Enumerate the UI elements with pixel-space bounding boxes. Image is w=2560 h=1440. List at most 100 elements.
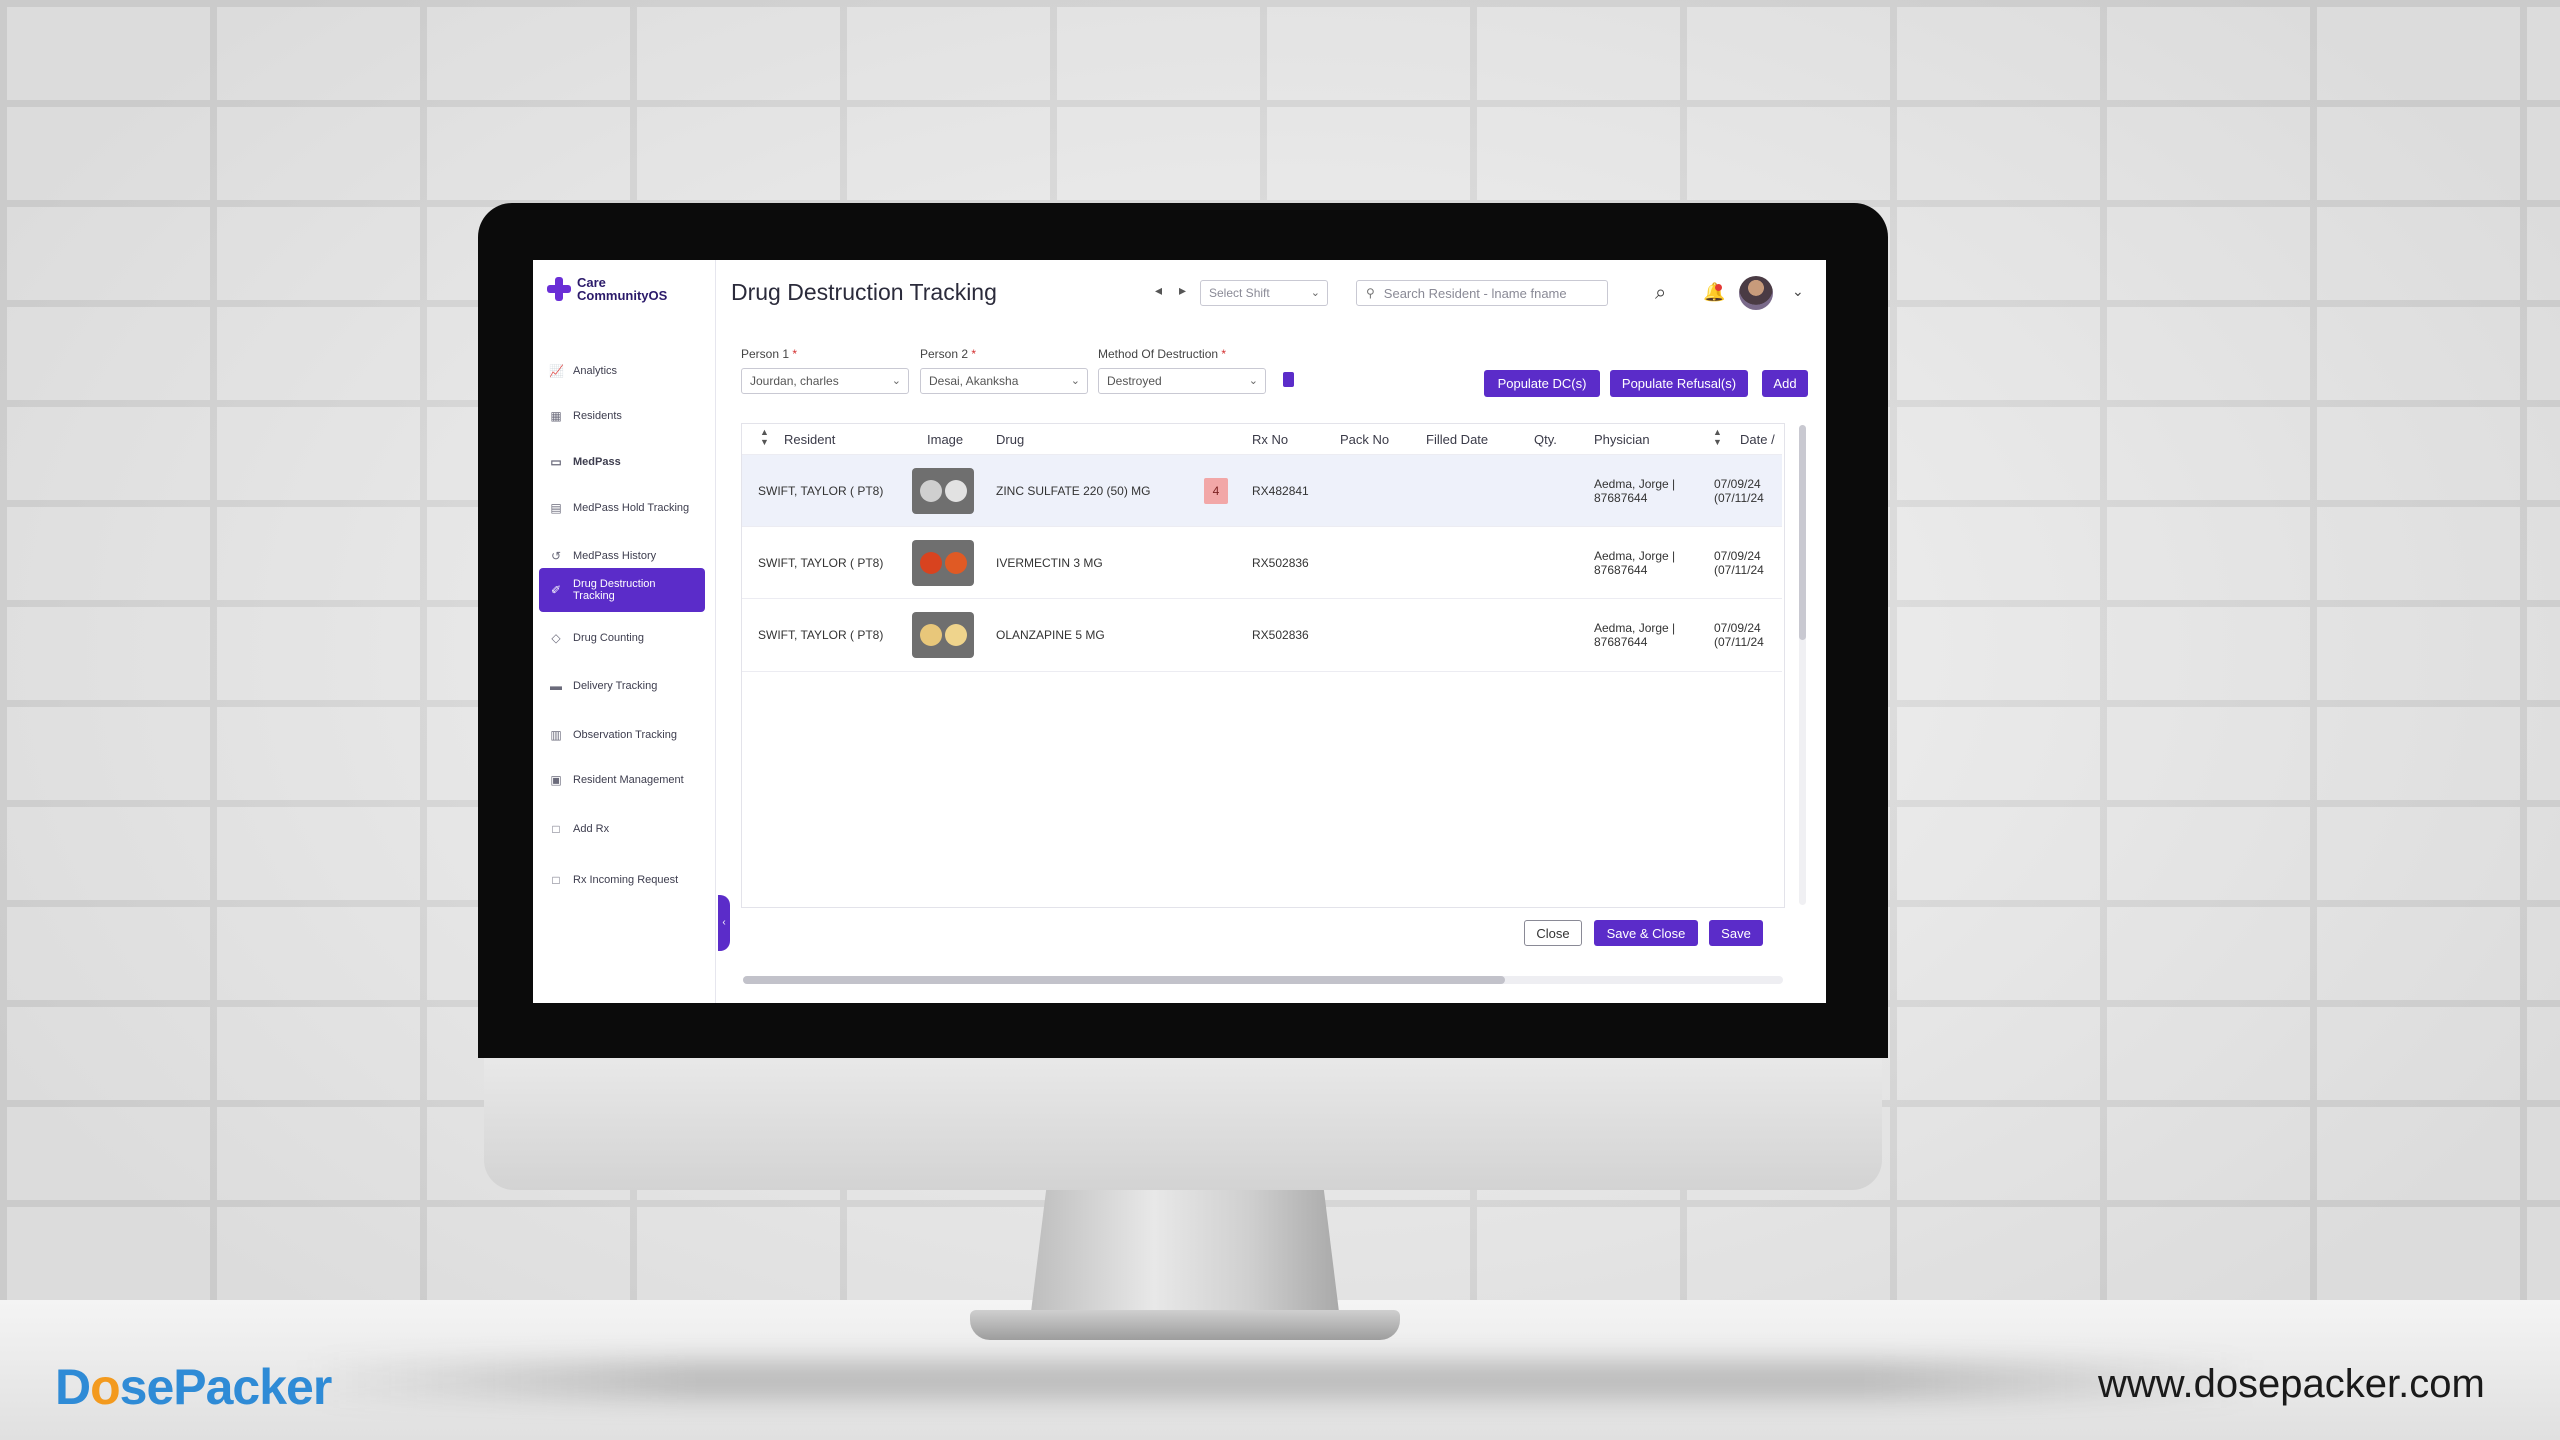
search-placeholder: Search Resident - lname fname — [1383, 285, 1567, 301]
col-qty[interactable]: Qty. — [1534, 432, 1557, 447]
prev-shift-button[interactable]: ◂ — [1155, 282, 1162, 299]
sidebar-collapse-toggle[interactable]: ‹ — [718, 895, 730, 951]
clipboard-icon[interactable] — [1283, 372, 1294, 387]
sidebar-item-residents[interactable]: ▦ Residents — [539, 397, 705, 435]
page-title: Drug Destruction Tracking — [731, 279, 997, 305]
truck-icon: ▬ — [550, 679, 562, 693]
sidebar-item-medpass-hold-tracking[interactable]: ▤ MedPass Hold Tracking — [539, 489, 705, 527]
table-row[interactable]: SWIFT, TAYLOR ( PT8) ZINC SULFATE 220 (5… — [742, 454, 1782, 527]
drug-image[interactable] — [912, 612, 974, 658]
save-close-button[interactable]: Save & Close — [1594, 920, 1698, 946]
date-cell: 07/09/24 (07/11/24 — [1714, 549, 1764, 577]
person2-label: Person 2 * — [920, 347, 977, 361]
table-row[interactable]: SWIFT, TAYLOR ( PT8) IVERMECTIN 3 MG RX5… — [742, 526, 1782, 599]
sidebar-item-add-rx[interactable]: □ Add Rx — [539, 810, 705, 848]
table-row[interactable]: SWIFT, TAYLOR ( PT8) OLANZAPINE 5 MG RX5… — [742, 598, 1782, 672]
col-rx-no[interactable]: Rx No — [1252, 432, 1288, 447]
chevron-down-icon: ⌄ — [1792, 283, 1804, 299]
drug-cell: IVERMECTIN 3 MG — [996, 556, 1103, 570]
close-button[interactable]: Close — [1524, 920, 1582, 946]
chevron-down-icon: ⌄ — [1248, 375, 1258, 387]
sidebar-item-label: Analytics — [573, 365, 618, 377]
app-logo[interactable]: Care CommunityOS — [547, 274, 687, 304]
file-add-icon: □ — [552, 822, 560, 836]
col-drug[interactable]: Drug — [996, 432, 1024, 447]
physician-cell: Aedma, Jorge | 87687644 — [1594, 621, 1676, 649]
method-value: Destroyed — [1107, 374, 1162, 388]
sidebar-item-observation-tracking[interactable]: ▥ Observation Tracking — [539, 716, 705, 754]
sort-up-icon[interactable]: ▲ — [1713, 428, 1722, 437]
sidebar-item-label: Observation Tracking — [573, 729, 677, 741]
col-physician[interactable]: Physician — [1594, 432, 1650, 447]
sort-down-icon[interactable]: ▼ — [1713, 438, 1722, 447]
sidebar-item-label: Resident Management — [573, 774, 684, 786]
col-date[interactable]: Date / — [1740, 432, 1775, 447]
sidebar-item-medpass[interactable]: ▭ MedPass — [539, 443, 705, 481]
count-badge: 4 — [1204, 478, 1228, 504]
sidebar-item-resident-management[interactable]: ▣ Resident Management — [539, 761, 705, 799]
sidebar-item-label: Drug Destruction Tracking — [573, 578, 656, 602]
avatar[interactable] — [1739, 276, 1773, 310]
chevron-down-icon: ⌄ — [1310, 287, 1320, 299]
rx-no-cell: RX502836 — [1252, 556, 1309, 570]
tag-icon: ◇ — [551, 631, 561, 645]
sidebar-item-label: MedPass Hold Tracking — [573, 502, 690, 514]
sidebar-item-label: Rx Incoming Request — [573, 874, 679, 886]
horizontal-scrollbar-thumb[interactable] — [743, 976, 1505, 984]
sort-up-icon[interactable]: ▲ — [760, 428, 769, 437]
sidebar-item-delivery-tracking[interactable]: ▬ Delivery Tracking — [539, 667, 705, 705]
sidebar-item-label: MedPass History — [573, 550, 657, 562]
sidebar-item-analytics[interactable]: 📈 Analytics — [539, 352, 705, 390]
table-header: ▲ ▼ Resident Image Drug Rx No Pack No Fi… — [742, 424, 1786, 454]
col-filled-date[interactable]: Filled Date — [1426, 432, 1488, 447]
method-select[interactable]: Destroyed ⌄ — [1098, 368, 1266, 394]
pill-2 — [944, 624, 967, 646]
drug-image[interactable] — [912, 468, 974, 514]
triangle-right-icon: ▸ — [1179, 282, 1187, 298]
notifications-button[interactable]: 🔔 — [1703, 282, 1725, 303]
monitor-stand — [1030, 1170, 1340, 1320]
person1-select[interactable]: Jourdan, charles ⌄ — [741, 368, 909, 394]
save-button[interactable]: Save — [1709, 920, 1763, 946]
triangle-left-icon: ◂ — [1155, 282, 1163, 298]
drug-image[interactable] — [912, 540, 974, 586]
search-button[interactable]: ⌕ — [1655, 282, 1666, 305]
website-url: www.dosepacker.com — [2098, 1362, 2485, 1406]
physician-cell: Aedma, Jorge | 87687644 — [1594, 549, 1676, 577]
eraser-icon: ✐ — [550, 583, 562, 597]
person2-select[interactable]: Desai, Akanksha ⌄ — [920, 368, 1088, 394]
col-resident[interactable]: Resident — [784, 432, 835, 447]
app-screen: Care CommunityOS 📈 Analytics ▦ Residents… — [533, 260, 1826, 1003]
shift-select[interactable]: Select Shift ⌄ — [1200, 280, 1328, 306]
chevron-down-icon: ⌄ — [1070, 375, 1080, 387]
sidebar-item-drug-destruction-tracking[interactable]: ✐ Drug Destruction Tracking — [539, 568, 705, 612]
cross-logo-icon — [547, 277, 571, 301]
resident-search-input[interactable]: ⚲ Search Resident - lname fname — [1356, 280, 1608, 306]
account-menu-button[interactable]: ⌄ — [1792, 283, 1804, 300]
sidebar-item-rx-incoming-request[interactable]: □ Rx Incoming Request — [539, 861, 705, 899]
sidebar-item-label: Add Rx — [573, 823, 610, 835]
chevron-down-icon: ⌄ — [891, 375, 901, 387]
required-mark: * — [1221, 347, 1227, 361]
pill-2 — [944, 480, 967, 502]
add-button[interactable]: Add — [1762, 370, 1808, 397]
vertical-scrollbar-thumb[interactable] — [1799, 425, 1806, 640]
next-shift-button[interactable]: ▸ — [1179, 282, 1186, 299]
col-pack-no[interactable]: Pack No — [1340, 432, 1389, 447]
sidebar-item-drug-counting[interactable]: ◇ Drug Counting — [539, 619, 705, 657]
user-square-icon: ▣ — [550, 773, 562, 787]
col-image: Image — [927, 432, 964, 447]
pill-icon: ▭ — [550, 455, 562, 469]
populate-refusal-button[interactable]: Populate Refusal(s) — [1610, 370, 1748, 397]
rx-no-cell: RX502836 — [1252, 628, 1309, 642]
grid-icon: ▦ — [550, 409, 562, 423]
search-icon: ⌕ — [1655, 282, 1667, 304]
populate-dc-button[interactable]: Populate DC(s) — [1484, 370, 1600, 397]
method-label: Method Of Destruction * — [1098, 347, 1227, 361]
desk-blur — [300, 1360, 2260, 1400]
rx-no-cell: RX482841 — [1252, 484, 1309, 498]
sidebar-item-label: MedPass — [573, 456, 621, 468]
sidebar: Care CommunityOS 📈 Analytics ▦ Residents… — [533, 260, 716, 1003]
bell-icon: 🔔 — [1703, 282, 1726, 302]
sort-down-icon[interactable]: ▼ — [760, 438, 769, 447]
